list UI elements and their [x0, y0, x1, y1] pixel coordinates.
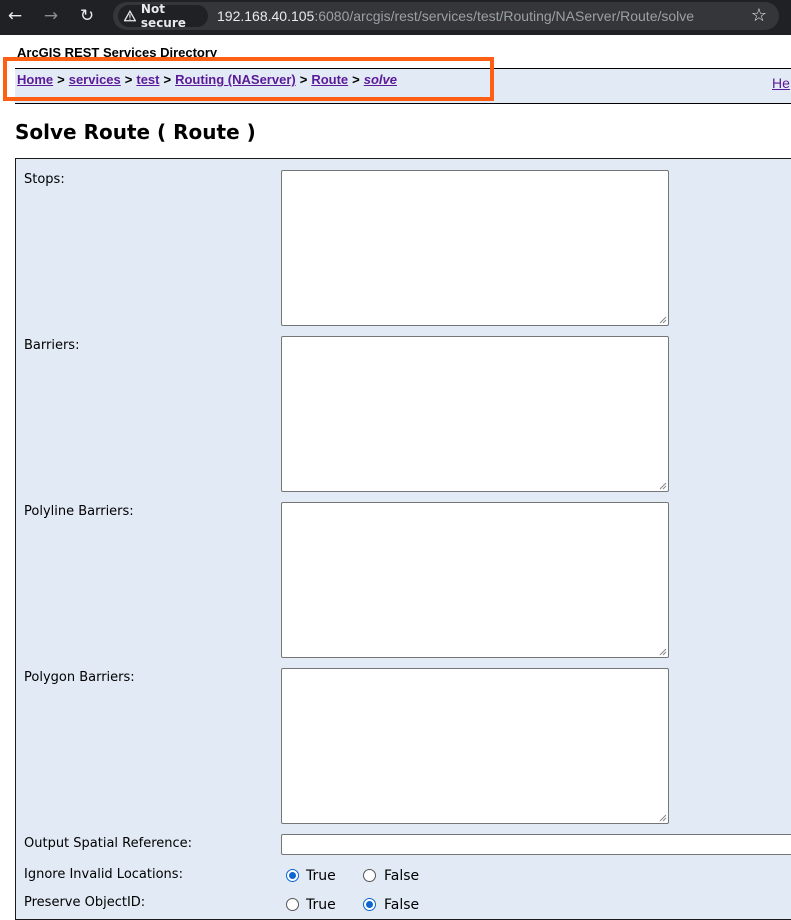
barriers-label: Barriers: — [24, 338, 80, 353]
page-title: Solve Route ( Route ) — [15, 120, 256, 144]
stops-label: Stops: — [24, 172, 65, 187]
preserve-objectid-label: Preserve ObjectID: — [24, 895, 146, 910]
ignore-invalid-false-radio[interactable] — [363, 869, 376, 882]
ignore-invalid-true-label: True — [306, 868, 336, 884]
resize-grip-icon[interactable] — [659, 316, 667, 324]
security-label: Not secure — [140, 2, 186, 30]
ignore-invalid-true-radio[interactable] — [286, 869, 299, 882]
preserve-objectid-false-radio[interactable] — [363, 898, 376, 911]
breadcrumb-highlight-box — [3, 57, 494, 101]
security-indicator[interactable]: Not secure — [118, 2, 208, 30]
polyline-barriers-label: Polyline Barriers: — [24, 504, 134, 519]
output-spatial-reference-input[interactable] — [281, 834, 791, 855]
url-path: :6080/arcgis/rest/services/test/Routing/… — [314, 8, 695, 24]
warning-triangle-icon — [124, 10, 136, 22]
bookmark-star-icon[interactable]: ☆ — [751, 5, 767, 26]
polygon-barriers-label: Polygon Barriers: — [24, 670, 135, 685]
forward-arrow-icon[interactable]: → — [39, 0, 63, 32]
solve-form: Stops: Barriers: Polyline Barriers: Poly… — [15, 158, 791, 920]
resize-grip-icon[interactable] — [659, 814, 667, 822]
help-link[interactable]: He — [772, 75, 790, 91]
stops-textarea[interactable] — [281, 170, 669, 326]
back-arrow-icon[interactable]: ← — [3, 0, 27, 32]
url-host: 192.168.40.105 — [217, 8, 315, 24]
resize-grip-icon[interactable] — [659, 482, 667, 490]
browser-toolbar: ← → ↻ Not secure 192.168.40.105:6080/arc… — [0, 0, 791, 35]
preserve-objectid-true-radio[interactable] — [286, 898, 299, 911]
polyline-barriers-textarea[interactable] — [281, 502, 669, 658]
barriers-textarea[interactable] — [281, 336, 669, 492]
polygon-barriers-textarea[interactable] — [281, 668, 669, 824]
output-spatial-reference-label: Output Spatial Reference: — [24, 836, 193, 851]
url-text[interactable]: 192.168.40.105:6080/arcgis/rest/services… — [217, 8, 694, 24]
preserve-objectid-false-label: False — [384, 897, 420, 913]
address-bar[interactable]: Not secure 192.168.40.105:6080/arcgis/re… — [113, 2, 779, 30]
ignore-invalid-false-label: False — [384, 868, 420, 884]
resize-grip-icon[interactable] — [659, 648, 667, 656]
preserve-objectid-true-label: True — [306, 897, 336, 913]
ignore-invalid-locations-label: Ignore Invalid Locations: — [24, 867, 183, 882]
reload-icon[interactable]: ↻ — [75, 0, 99, 32]
